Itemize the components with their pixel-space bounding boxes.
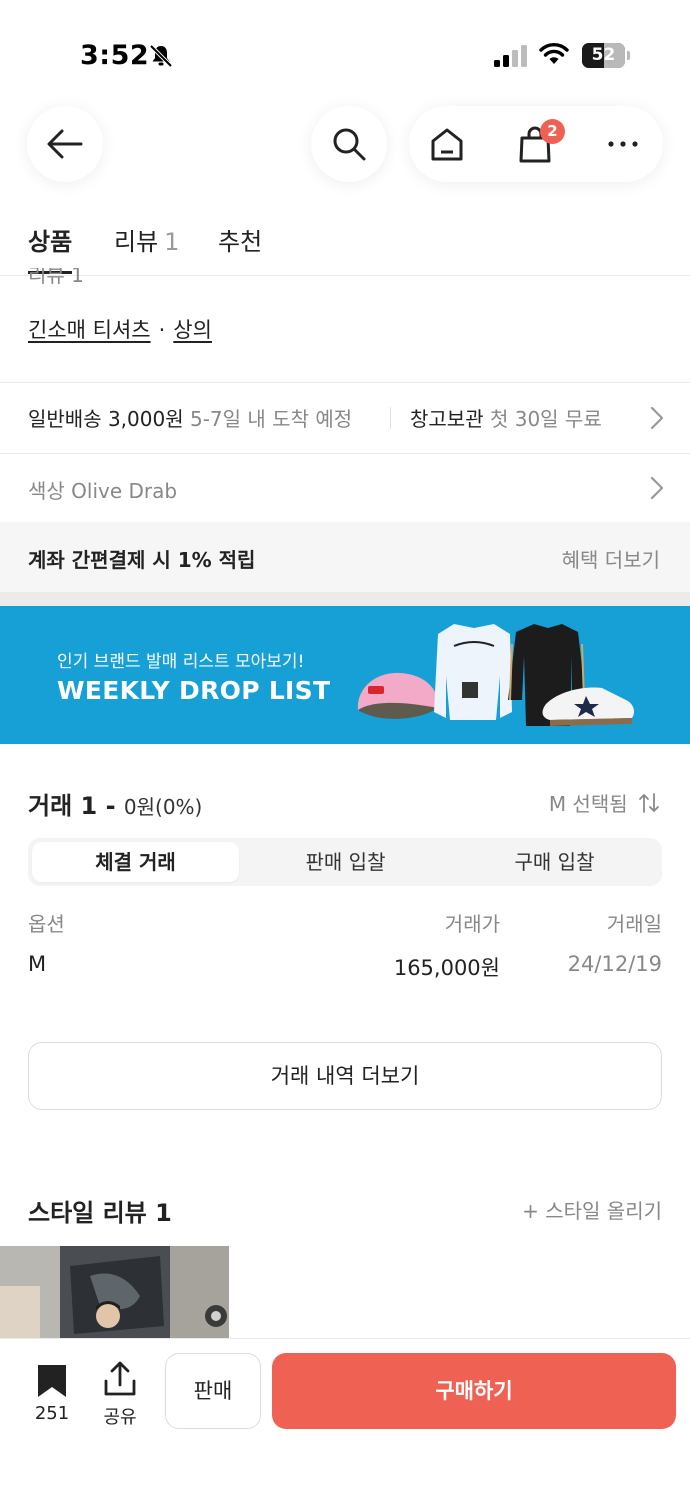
search-icon bbox=[333, 128, 366, 161]
bookmark-count: 251 bbox=[34, 1403, 70, 1424]
style-review-photo bbox=[0, 1246, 229, 1338]
trade-type-segment: 체결 거래 판매 입찰 구매 입찰 bbox=[28, 838, 662, 886]
category-link-top[interactable]: 상의 bbox=[173, 318, 212, 342]
trade-amount: 0원(0%) bbox=[123, 795, 203, 819]
standard-shipping-eta: 5-7일 내 도착 예정 bbox=[189, 407, 353, 431]
banner-title: WEEKLY DROP LIST bbox=[57, 676, 331, 705]
cellular-signal-icon bbox=[494, 45, 527, 67]
warehouse-storage: 창고보관 첫 30일 무료 bbox=[410, 407, 602, 431]
search-button[interactable] bbox=[311, 106, 387, 182]
color-option-row[interactable]: 색상 Olive Drab bbox=[0, 454, 690, 522]
column-header-price: 거래가 bbox=[444, 912, 500, 936]
benefit-row: 계좌 간편결제 시 1% 적립 혜택 더보기 bbox=[0, 522, 690, 592]
back-button[interactable] bbox=[27, 106, 103, 182]
tab-recommend[interactable]: 추천 bbox=[218, 222, 262, 257]
trade-row-date: 24/12/19 bbox=[567, 952, 662, 976]
category-link-longsleeve[interactable]: 긴소매 티셔츠 bbox=[28, 318, 151, 342]
share-label: 공유 bbox=[103, 1407, 137, 1428]
bell-slash-icon bbox=[149, 44, 173, 68]
chevron-right-icon bbox=[650, 476, 664, 500]
column-header-date: 거래일 bbox=[606, 912, 662, 936]
back-arrow-icon bbox=[47, 129, 83, 159]
cart-count-badge: 2 bbox=[540, 119, 565, 144]
share-icon[interactable] bbox=[102, 1361, 138, 1397]
trade-row-price: 165,000원 bbox=[393, 956, 500, 980]
style-review-title: 스타일 리뷰 1 bbox=[28, 1199, 172, 1227]
shipping-separator bbox=[390, 407, 391, 429]
home-icon[interactable] bbox=[429, 126, 465, 162]
segment-buy-bids[interactable]: 구매 입찰 bbox=[451, 842, 658, 882]
battery-level-text: 52 bbox=[591, 45, 616, 65]
column-header-option: 옵션 bbox=[28, 912, 65, 936]
status-time: 3:52 bbox=[80, 40, 150, 71]
bottom-action-bar: 251 공유 판매 구매하기 bbox=[0, 1338, 690, 1500]
chevron-right-icon bbox=[650, 406, 664, 430]
benefit-title: 계좌 간편결제 시 1% 적립 bbox=[28, 548, 256, 572]
battery-indicator: 52 bbox=[582, 43, 630, 68]
benefit-more-link[interactable]: 혜택 더보기 bbox=[562, 544, 660, 573]
sort-arrows-icon bbox=[639, 793, 659, 813]
category-separator: · bbox=[158, 318, 166, 342]
trade-row-option: M bbox=[28, 952, 47, 976]
status-bar: 3:52 52 bbox=[0, 0, 690, 100]
sell-button[interactable]: 판매 bbox=[165, 1353, 261, 1429]
tab-product[interactable]: 상품 bbox=[28, 222, 72, 257]
product-tabs: 상품 리뷰 1 추천 bbox=[0, 212, 690, 276]
more-trades-button[interactable]: 거래 내역 더보기 bbox=[28, 1042, 662, 1110]
segment-executed[interactable]: 체결 거래 bbox=[32, 842, 239, 882]
banner-subtitle: 인기 브랜드 발매 리스트 모아보기! bbox=[57, 652, 305, 672]
banner-products-image bbox=[357, 624, 634, 726]
shipping-row[interactable]: 일반배송 3,000원 5-7일 내 도착 예정 창고보관 첫 30일 무료 bbox=[0, 383, 690, 453]
buy-button[interactable]: 구매하기 bbox=[272, 1353, 676, 1429]
review-link-cutoff: 리뷰 1 bbox=[28, 268, 84, 287]
category-breadcrumb: 긴소매 티셔츠 · 상의 bbox=[28, 314, 212, 344]
weekly-drop-banner[interactable]: 인기 브랜드 발매 리스트 모아보기! WEEKLY DROP LIST bbox=[0, 606, 690, 744]
section-gap bbox=[0, 592, 690, 606]
warehouse-note: 첫 30일 무료 bbox=[489, 407, 602, 431]
bookmark-icon[interactable] bbox=[36, 1363, 68, 1399]
size-select-button[interactable]: M 선택됨 bbox=[549, 788, 660, 817]
style-review-thumbnail[interactable] bbox=[0, 1246, 229, 1338]
header-nav-group bbox=[409, 106, 663, 182]
more-icon[interactable] bbox=[605, 126, 641, 162]
segment-sell-bids[interactable]: 판매 입찰 bbox=[242, 842, 449, 882]
style-upload-link[interactable]: + 스타일 올리기 bbox=[522, 1195, 662, 1224]
wifi-icon bbox=[539, 43, 569, 64]
tab-review-count: 1 bbox=[164, 228, 180, 256]
tab-review[interactable]: 리뷰 1 bbox=[114, 222, 179, 257]
trade-section-title: 거래 1 - 0원(0%) bbox=[28, 792, 203, 820]
standard-shipping: 일반배송 3,000원 5-7일 내 도착 예정 bbox=[28, 407, 353, 431]
color-option-label: 색상 Olive Drab bbox=[28, 479, 178, 503]
